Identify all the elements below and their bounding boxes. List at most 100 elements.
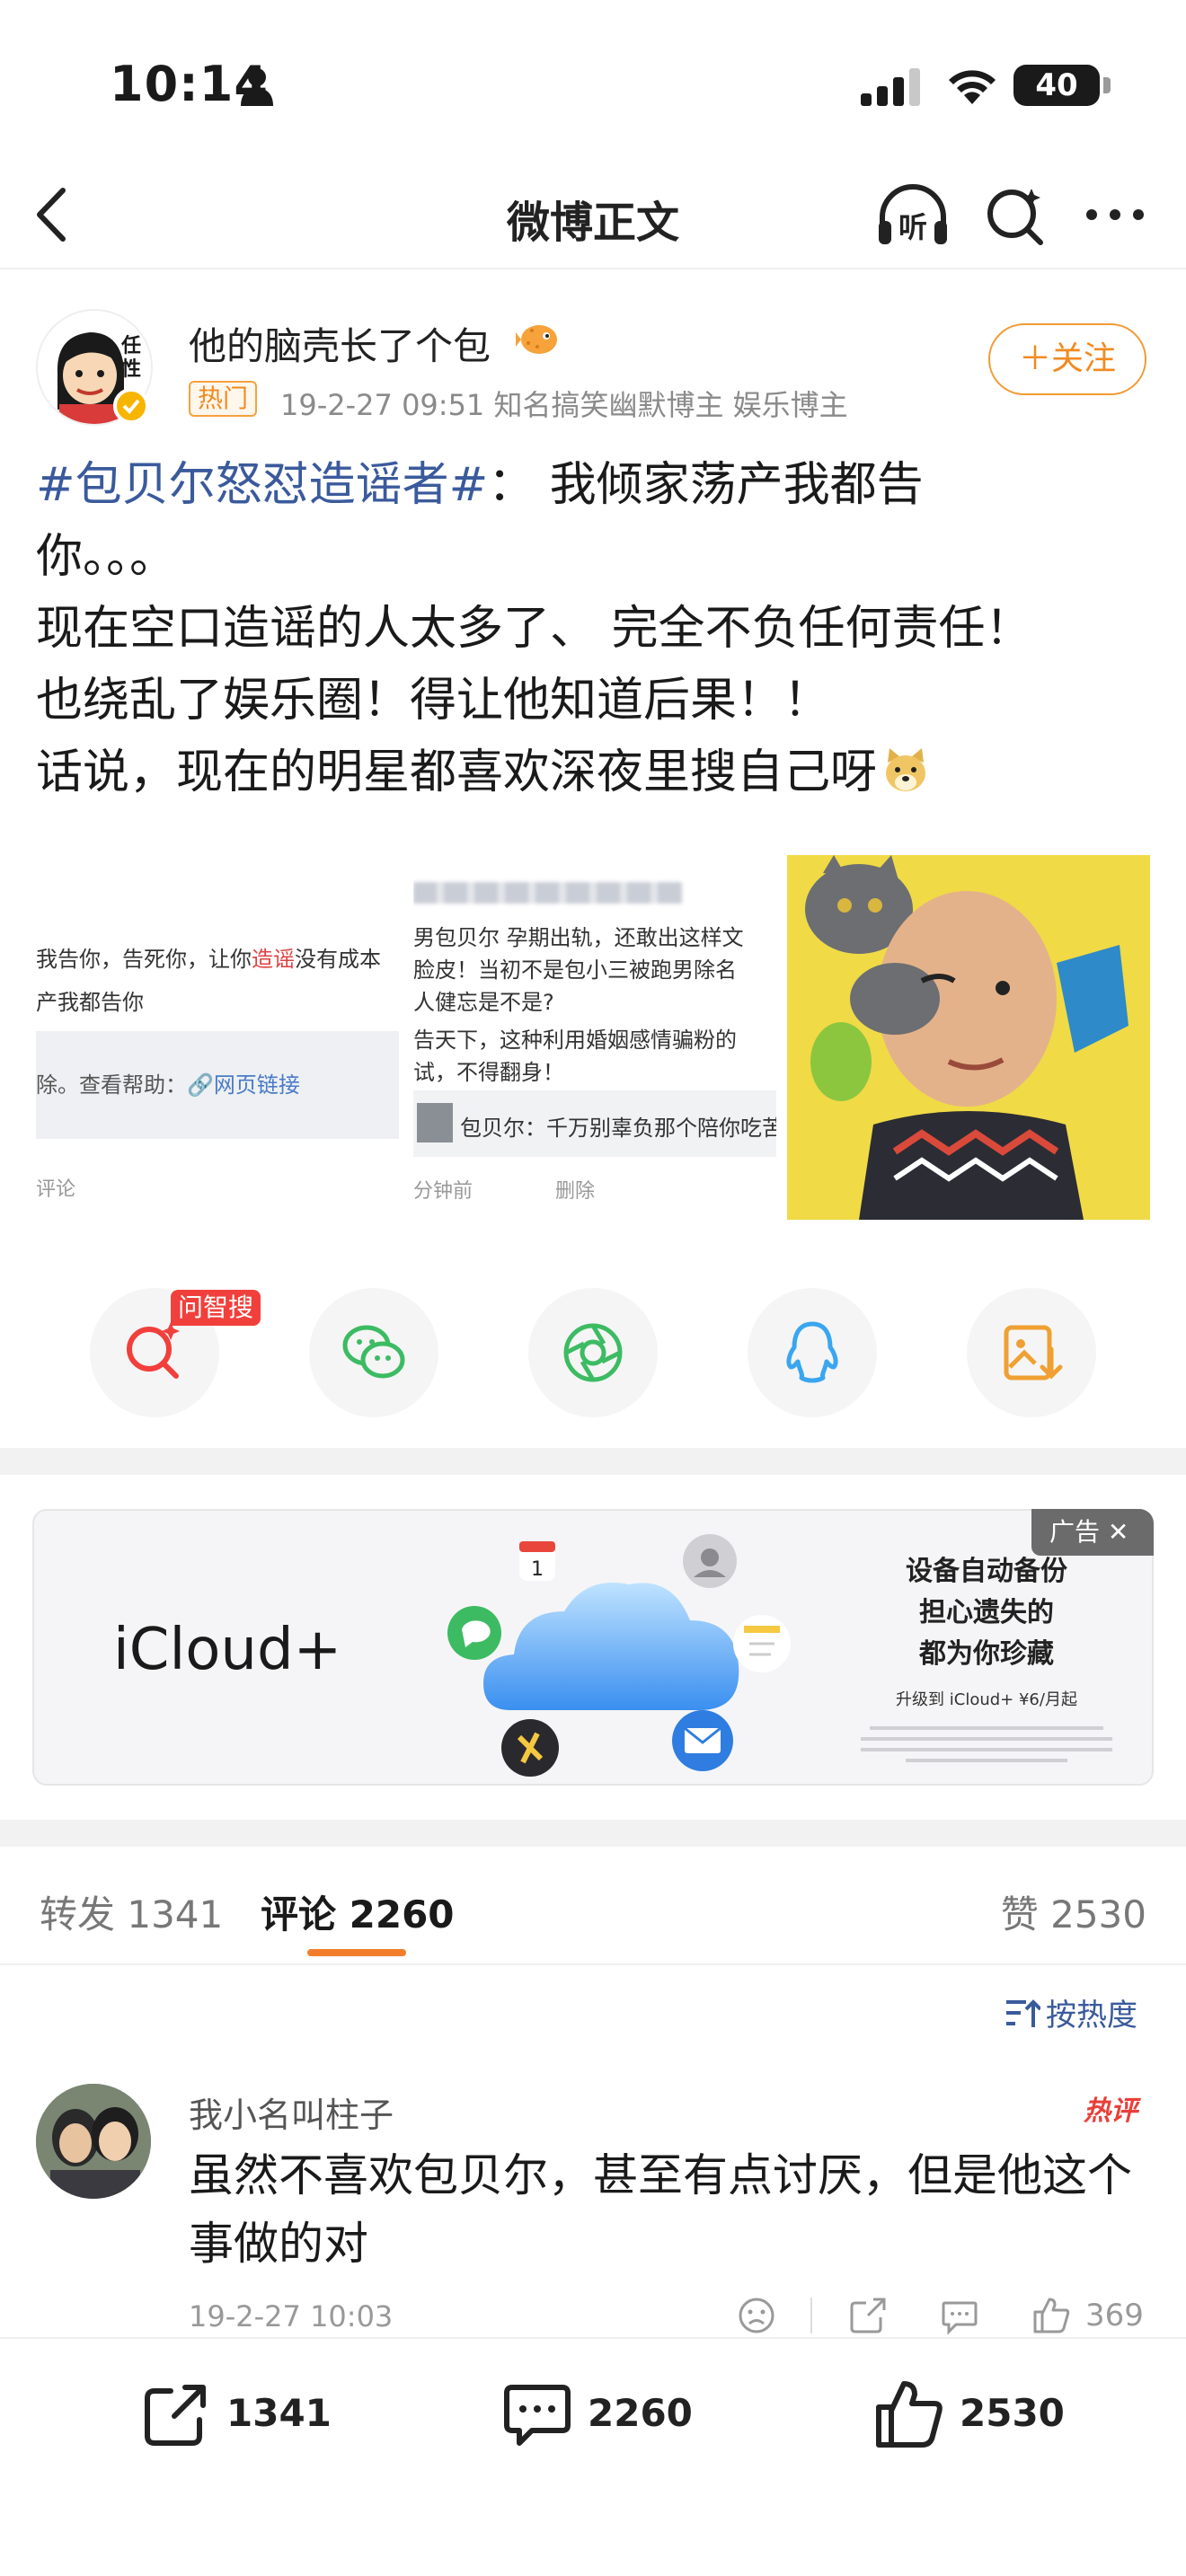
image2-text-line-6: 包贝尔：千万别辜负那个陪你吃苦: [460, 1116, 776, 1141]
cellular-signal-icon: [861, 68, 920, 106]
svg-text:性: 性: [121, 358, 141, 381]
sort-icon: [1006, 1999, 1040, 2027]
post-text-line-1: ： 我倾家荡产我都告: [488, 458, 924, 512]
image1-text-3a: 除。查看帮助：: [36, 1072, 187, 1098]
listen-label: 听: [898, 210, 927, 244]
battery-cap: [1103, 77, 1111, 93]
image1-text-1a: 我告你，告死你，让你: [36, 947, 252, 972]
post-image-1[interactable]: 我告你，告死你，让你造谣没有成本 产我都告你 除。查看帮助：🔗网页链接 评论: [36, 855, 399, 1220]
tab-divider: [0, 1963, 1186, 1965]
post-meta: 19-2-27 09:51 知名搞笑幽默博主 娱乐博主: [280, 388, 848, 422]
image1-text-line-3: 除。查看帮助：🔗网页链接: [36, 1067, 300, 1098]
comment-like-icon[interactable]: [1031, 2296, 1071, 2335]
share-wechat-button[interactable]: [309, 1288, 438, 1417]
image1-text-3b: 🔗网页链接: [187, 1072, 300, 1098]
moments-aperture-icon: [563, 1323, 623, 1382]
bottom-repost-count: 1341: [226, 2391, 332, 2435]
image1-text-line-4: 评论: [36, 1178, 76, 1201]
bottom-repost-button[interactable]: 1341: [140, 2378, 332, 2450]
post-text-line-3: 现在空口造谣的人太多了、 完全不负任何责任！: [36, 602, 1032, 656]
section-divider-2: [0, 1820, 1186, 1847]
search-icon[interactable]: [983, 183, 1048, 248]
meme-photo-bald-man-with-cat: [787, 855, 1150, 1220]
qq-penguin-icon: [786, 1321, 838, 1383]
hot-comment-label: 热评: [1083, 2095, 1142, 2127]
post-line-5: 话说，现在的明星都喜欢深夜里搜自己呀: [36, 737, 1159, 808]
ad-price: 升级到 iCloud+ ¥6/月起: [896, 1690, 1077, 1709]
image2-text-line-5: 试，不得翻身！: [413, 1060, 564, 1085]
active-tab-indicator: [307, 1949, 406, 1956]
tab-likes[interactable]: 赞 2530: [1001, 1884, 1146, 1939]
post-body: #包贝尔怒怼造谣者#： 我倾家荡产我都告 你。。。 现在空口造谣的人太多了、 完…: [36, 449, 1159, 808]
comment-reply-icon[interactable]: [940, 2296, 979, 2335]
wenzhisou-badge: 问智搜: [171, 1290, 261, 1326]
follow-button[interactable]: ＋关注: [988, 323, 1146, 395]
ad-close-label[interactable]: 广告 ✕: [1031, 1509, 1154, 1556]
hot-comment-badge: 热评: [1083, 2095, 1142, 2127]
hashtag-link[interactable]: #包贝尔怒怼造谣者#: [36, 458, 488, 512]
image2-text-line-7b: 删除: [555, 1180, 596, 1203]
save-image-icon: [1004, 1325, 1063, 1381]
icloud-illustration: 1: [447, 1534, 791, 1777]
tab-comments[interactable]: 评论 2260: [261, 1884, 455, 1939]
tab-reposts[interactable]: 转发 1341: [40, 1884, 223, 1939]
post-image-2[interactable]: 男包贝尔 孕期出轨，还敢出这样文 脸皮！当初不是包小三被跑男除名 人健忘是不是?…: [413, 855, 776, 1220]
more-options-icon[interactable]: [1084, 201, 1146, 228]
sort-label: 按热度: [1046, 1998, 1137, 2033]
image1-text-1b: 造谣: [252, 947, 295, 972]
battery-indicator: 40: [1013, 65, 1100, 106]
post-line-1: #包贝尔怒怼造谣者#： 我倾家荡产我都告: [36, 449, 1159, 521]
comment-action-separator: [810, 2298, 812, 2333]
ad-line-2: 担心遗失的: [919, 1597, 1054, 1628]
post-text-line-2: 你。。。: [36, 530, 177, 584]
comment-date: 19-2-27 10:03: [189, 2299, 394, 2333]
image2-text-line-4: 告天下，这种利用婚姻感情骗粉的: [413, 1028, 737, 1053]
ad-fine-print-lines: [861, 1726, 1112, 1762]
share-moments-button[interactable]: [528, 1288, 658, 1417]
share-qq-button[interactable]: [748, 1288, 877, 1417]
post-text-line-5: 话说，现在的明星都喜欢深夜里搜自己呀: [36, 745, 878, 799]
commenter-name[interactable]: 我小名叫柱子: [189, 2087, 394, 2137]
bottom-comment-button[interactable]: 2260: [501, 2378, 699, 2450]
ad-brand: iCloud+: [113, 1617, 342, 1683]
calendar-day: 1: [531, 1558, 544, 1581]
ad-line-3: 都为你珍藏: [919, 1638, 1054, 1670]
image2-reply-avatar: [417, 1103, 453, 1142]
image1-text-1c: 没有成本: [295, 947, 381, 972]
nav-bar: 微博正文 听: [0, 162, 1186, 269]
image1-text-line-1: 我告你，告死你，让你造谣没有成本: [36, 941, 381, 973]
comment-text: 虽然不喜欢包贝尔，甚至有点讨厌，但是他这个事做的对: [189, 2149, 1132, 2270]
pufferfish-emoji-icon: [516, 325, 557, 354]
section-divider-1: [0, 1448, 1186, 1475]
like-thumb-icon: [876, 2381, 943, 2448]
ad-card[interactable]: iCloud+ 1 设备自动备份 担心遗失的 都为你珍藏 升级到 iCloud+…: [32, 1509, 1154, 1786]
verified-badge-icon: [113, 388, 149, 424]
image2-blurred-username: [413, 882, 683, 904]
image2-text-line-7a: 分钟前: [413, 1180, 474, 1203]
sort-by-hot-button[interactable]: 按热度: [1005, 1990, 1137, 2034]
image2-text-line-2: 脸皮！当初不是包小三被跑男除名: [413, 957, 737, 983]
wechat-icon: [342, 1325, 405, 1379]
svg-text:任: 任: [120, 334, 141, 357]
status-bar: 10:14 40: [0, 0, 1186, 162]
comment-icon: [504, 2385, 571, 2446]
wifi-icon: [949, 70, 996, 104]
doge-emoji-icon: [886, 748, 926, 791]
comment-share-icon[interactable]: [848, 2296, 888, 2335]
bottom-action-bar: 1341 2260 2530: [0, 2337, 1186, 2576]
commenter-avatar-photo: [36, 2084, 151, 2199]
repost-icon: [145, 2385, 206, 2446]
back-arrow-icon[interactable]: [27, 183, 77, 246]
commenter-avatar[interactable]: [36, 2084, 151, 2199]
post-image-3[interactable]: [787, 855, 1150, 1220]
image2-text-line-1: 男包贝尔 孕期出轨，还敢出这样文: [413, 925, 744, 950]
image2-text-line-3: 人健忘是不是?: [413, 990, 554, 1015]
share-save-image-button[interactable]: [967, 1288, 1096, 1417]
bottom-like-button[interactable]: 2530: [873, 2378, 1071, 2450]
listen-icon[interactable]: 听: [875, 181, 951, 250]
dislike-face-icon[interactable]: [737, 2296, 776, 2335]
post-text-line-4: 也绕乱了娱乐圈！得让他知道后果！！: [36, 674, 831, 728]
person-icon: [241, 68, 273, 106]
comment-like-count: 369: [1085, 2298, 1144, 2333]
author-name[interactable]: 他的脑壳长了个包: [189, 316, 491, 371]
